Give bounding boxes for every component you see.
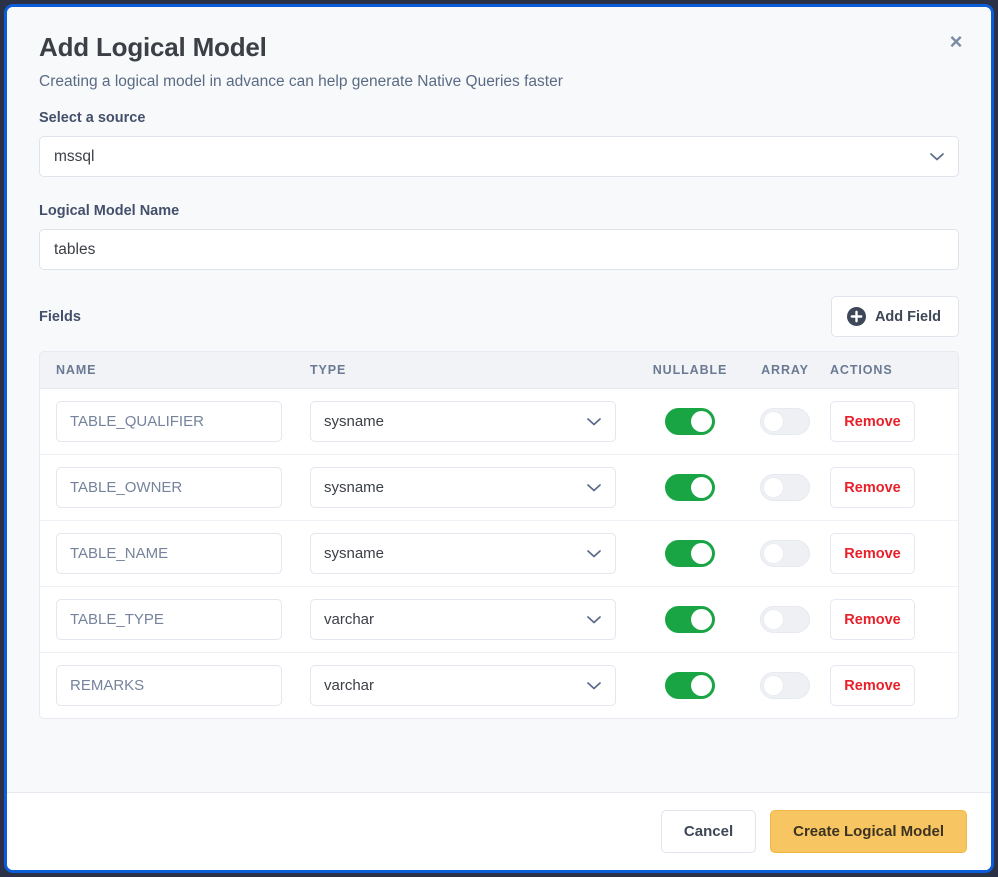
page-title: Add Logical Model [39,33,959,63]
create-logical-model-button[interactable]: Create Logical Model [770,810,967,853]
array-toggle[interactable] [760,672,810,699]
remove-field-button[interactable]: Remove [830,599,915,640]
toggle-knob [691,411,712,432]
column-header-type: TYPE [310,363,640,377]
field-type-value: varchar [324,677,374,694]
field-type-value: varchar [324,611,374,628]
model-name-input[interactable]: tables [39,229,959,270]
toggle-knob [763,543,784,564]
plus-circle-icon [847,307,866,326]
field-name-input[interactable]: TABLE_NAME [56,533,282,574]
model-name-label: Logical Model Name [39,203,959,219]
column-header-name: NAME [56,363,310,377]
field-type-value: sysname [324,479,384,496]
table-row: TABLE_OWNER sysname Remove [40,455,958,521]
add-logical-model-dialog: Add Logical Model Creating a logical mod… [4,4,994,873]
toggle-knob [763,411,784,432]
dialog-subtitle: Creating a logical model in advance can … [39,72,959,92]
table-row: TABLE_NAME sysname Remove [40,521,958,587]
toggle-knob [691,477,712,498]
dialog-header: Add Logical Model Creating a logical mod… [7,7,991,110]
source-select-value: mssql [54,148,920,166]
remove-field-button[interactable]: Remove [830,665,915,706]
add-field-button[interactable]: Add Field [831,296,959,337]
nullable-toggle[interactable] [665,672,715,699]
array-toggle[interactable] [760,408,810,435]
column-header-array: ARRAY [740,363,830,377]
chevron-down-icon [930,152,944,161]
array-toggle[interactable] [760,540,810,567]
toggle-knob [691,543,712,564]
source-label: Select a source [39,110,959,126]
chevron-down-icon [587,549,601,558]
field-type-select[interactable]: sysname [310,467,616,508]
table-row: TABLE_TYPE varchar Remove [40,587,958,653]
cancel-button[interactable]: Cancel [661,810,756,853]
toggle-knob [763,477,784,498]
dialog-body: Add Logical Model Creating a logical mod… [7,7,991,792]
toggle-knob [691,609,712,630]
chevron-down-icon [587,483,601,492]
field-type-select[interactable]: sysname [310,401,616,442]
nullable-toggle[interactable] [665,540,715,567]
toggle-knob [763,675,784,696]
field-type-value: sysname [324,413,384,430]
field-type-select[interactable]: sysname [310,533,616,574]
column-header-nullable: NULLABLE [640,363,740,377]
array-toggle[interactable] [760,606,810,633]
field-type-select[interactable]: varchar [310,665,616,706]
dialog-form: Select a source mssql Logical Model Name… [7,110,991,749]
source-field-group: Select a source mssql [39,110,959,177]
toggle-knob [763,609,784,630]
toggle-knob [691,675,712,696]
column-header-actions: ACTIONS [830,363,942,377]
field-name-input[interactable]: REMARKS [56,665,282,706]
table-row: TABLE_QUALIFIER sysname Remove [40,389,958,455]
nullable-toggle[interactable] [665,474,715,501]
field-name-input[interactable]: TABLE_OWNER [56,467,282,508]
fields-table-header: NAME TYPE NULLABLE ARRAY ACTIONS [40,352,958,389]
chevron-down-icon [587,615,601,624]
chevron-down-icon [587,681,601,690]
field-type-value: sysname [324,545,384,562]
fields-table: NAME TYPE NULLABLE ARRAY ACTIONS TABLE_Q… [39,351,959,719]
remove-field-button[interactable]: Remove [830,467,915,508]
field-type-select[interactable]: varchar [310,599,616,640]
remove-field-button[interactable]: Remove [830,533,915,574]
field-name-input[interactable]: TABLE_QUALIFIER [56,401,282,442]
array-toggle[interactable] [760,474,810,501]
fields-toolbar: Fields Add Field [39,296,959,337]
dialog-footer: Cancel Create Logical Model [7,792,991,870]
chevron-down-icon [587,417,601,426]
nullable-toggle[interactable] [665,408,715,435]
field-name-input[interactable]: TABLE_TYPE [56,599,282,640]
model-name-field-group: Logical Model Name tables [39,203,959,270]
close-icon[interactable]: × [943,29,969,55]
nullable-toggle[interactable] [665,606,715,633]
fields-table-body: TABLE_QUALIFIERsysnameRemoveTABLE_OWNERs… [40,389,958,718]
source-select[interactable]: mssql [39,136,959,177]
table-row: REMARKS varchar Remove [40,653,958,718]
add-field-label: Add Field [875,309,941,325]
remove-field-button[interactable]: Remove [830,401,915,442]
fields-label: Fields [39,309,81,325]
